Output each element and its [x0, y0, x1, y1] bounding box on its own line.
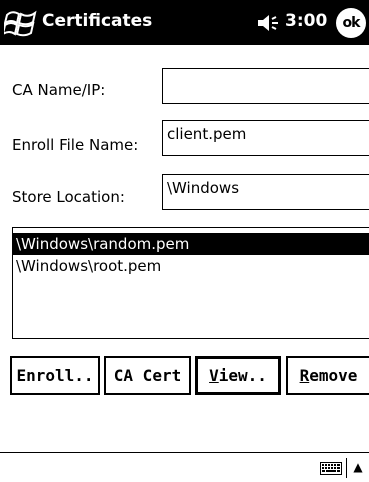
ca-cert-button[interactable]: CA Cert [104, 356, 191, 395]
windows-flag-icon[interactable] [4, 6, 38, 38]
enroll-file-label: Enroll File Name: [12, 136, 139, 154]
enroll-button[interactable]: Enroll.. [10, 356, 100, 395]
list-item[interactable]: \Windows\random.pem [13, 233, 369, 255]
store-location-field[interactable]: \Windows [162, 174, 369, 210]
menu-divider [346, 458, 347, 478]
title-bar: Certificates 3:00 ok [0, 0, 369, 45]
store-location-label: Store Location: [12, 188, 125, 206]
app-title: Certificates [42, 11, 153, 31]
list-item[interactable]: \Windows\root.pem [13, 255, 369, 277]
ca-name-label: CA Name/IP: [12, 81, 106, 99]
enroll-file-field[interactable]: client.pem [162, 120, 369, 156]
remove-button[interactable]: Remove [286, 356, 369, 395]
speaker-icon[interactable] [256, 13, 282, 33]
keyboard-icon[interactable] [320, 462, 342, 475]
view-label: iew.. [218, 366, 267, 385]
ok-button[interactable]: ok [336, 8, 366, 38]
ca-name-field[interactable] [162, 68, 369, 104]
view-button[interactable]: View.. [195, 356, 281, 395]
remove-accelerator: R [299, 366, 310, 385]
up-arrow-icon[interactable]: ▲ [350, 457, 366, 477]
certificates-screen: Certificates 3:00 ok CA Name/IP: Enroll … [0, 0, 369, 482]
menu-bar: ▲ [0, 452, 369, 482]
clock[interactable]: 3:00 [285, 11, 327, 31]
certificate-list[interactable]: \Windows\random.pem \Windows\root.pem [12, 227, 369, 339]
remove-label: emove [309, 366, 358, 385]
view-accelerator: V [209, 366, 219, 385]
